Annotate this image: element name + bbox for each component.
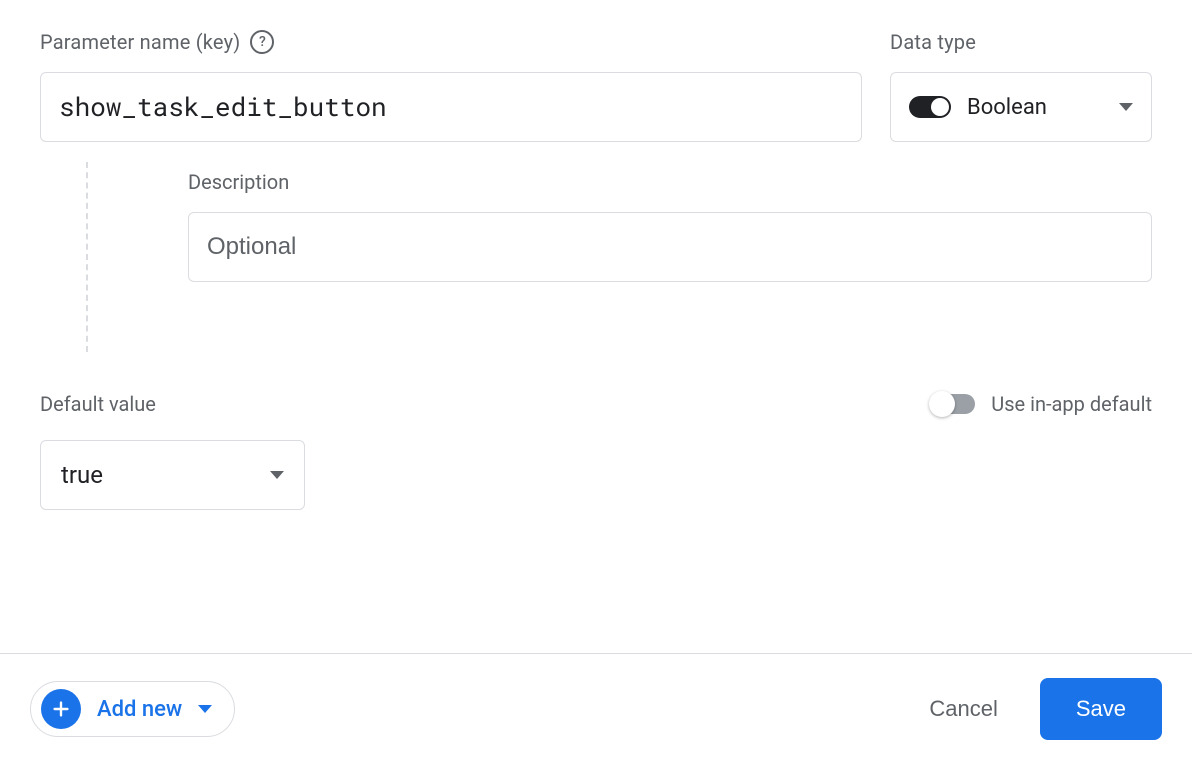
add-new-button[interactable]: Add new bbox=[30, 681, 235, 737]
switch-off-icon bbox=[931, 394, 975, 414]
parameter-name-label: Parameter name (key) bbox=[40, 30, 240, 54]
use-in-app-default-toggle[interactable]: Use in-app default bbox=[931, 392, 1152, 416]
description-label: Description bbox=[188, 170, 1152, 194]
help-icon[interactable]: ? bbox=[250, 30, 274, 54]
description-input[interactable] bbox=[188, 212, 1152, 282]
default-value-label: Default value bbox=[40, 392, 156, 416]
data-type-value: Boolean bbox=[967, 95, 1103, 120]
default-value-select[interactable]: true bbox=[40, 440, 305, 510]
chevron-down-icon bbox=[198, 705, 212, 713]
data-type-label: Data type bbox=[890, 30, 976, 54]
data-type-select[interactable]: Boolean bbox=[890, 72, 1152, 142]
add-new-label: Add new bbox=[97, 697, 182, 722]
default-value-text: true bbox=[61, 461, 103, 489]
footer-bar: Add new Cancel Save bbox=[0, 653, 1192, 764]
use-in-app-default-label: Use in-app default bbox=[991, 392, 1152, 416]
cancel-button[interactable]: Cancel bbox=[903, 682, 1023, 736]
boolean-toggle-icon bbox=[909, 96, 951, 118]
plus-icon bbox=[41, 689, 81, 729]
tree-connector bbox=[86, 162, 132, 352]
parameter-name-input[interactable] bbox=[40, 72, 862, 142]
save-button[interactable]: Save bbox=[1040, 678, 1162, 740]
chevron-down-icon bbox=[1119, 103, 1133, 111]
chevron-down-icon bbox=[270, 471, 284, 479]
